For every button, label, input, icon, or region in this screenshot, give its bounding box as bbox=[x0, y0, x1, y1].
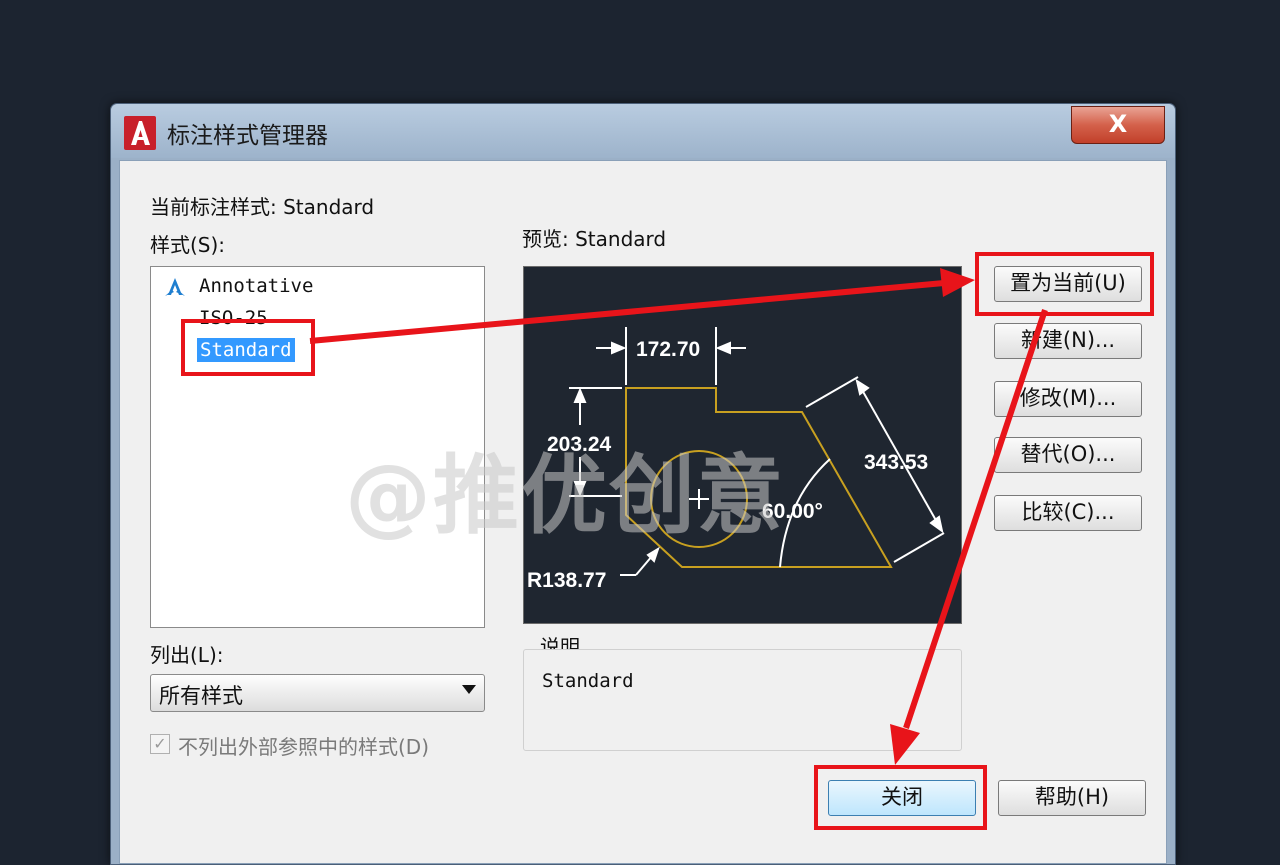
annotation-arrows bbox=[309, 268, 1048, 765]
arrow-head-close bbox=[890, 724, 920, 765]
arrow-to-close bbox=[903, 309, 1048, 729]
arrow-to-set-current bbox=[309, 280, 945, 344]
arrow-head-set-current bbox=[940, 268, 975, 297]
